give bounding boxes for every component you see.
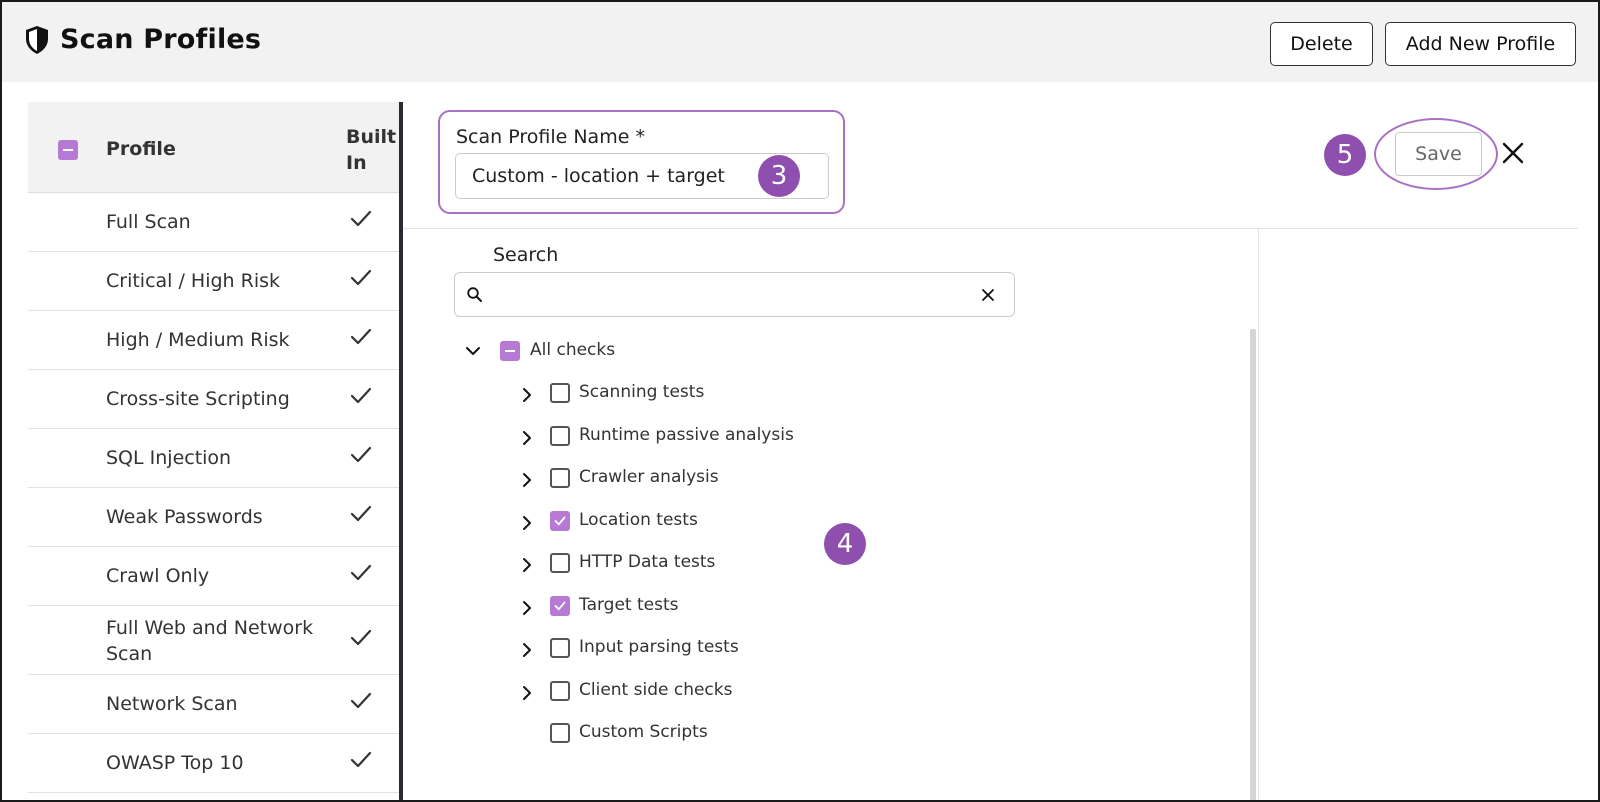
profile-name: OWASP Top 10: [106, 752, 244, 774]
table-row[interactable]: Crawl Only: [28, 547, 400, 606]
profile-table: Profile Built In Full Scan Critical / Hig…: [28, 102, 400, 800]
chevron-right-icon[interactable]: [516, 427, 538, 449]
tree-item-label: Location tests: [579, 509, 698, 530]
tree-item-label: Scanning tests: [579, 382, 705, 402]
checkmark-icon: [348, 324, 374, 350]
checkmark-icon: [348, 560, 374, 586]
tree-item-checkbox[interactable]: [550, 595, 570, 616]
checkmark-icon: [348, 747, 374, 773]
column-header-profile[interactable]: Profile: [106, 138, 176, 160]
table-row[interactable]: SQL Injection: [28, 429, 400, 488]
tree-item-checkbox[interactable]: [550, 680, 570, 701]
table-row[interactable]: Cross-site Scripting: [28, 370, 400, 429]
checkmark-icon: [348, 501, 374, 527]
page-title: Scan Profiles: [60, 24, 262, 55]
tree-item-checkbox[interactable]: [550, 553, 570, 573]
shield-icon: [24, 25, 50, 55]
profile-name: SQL Injection: [106, 447, 232, 469]
select-all-checkbox[interactable]: [58, 140, 78, 160]
search-label: Search: [493, 244, 559, 266]
close-icon[interactable]: [1500, 140, 1526, 166]
profile-name: Weak Passwords: [106, 506, 263, 528]
separator: [403, 228, 1578, 229]
step-badge-4: 4: [824, 523, 866, 565]
app-window: Scan Profiles Delete Add New Profile Pro…: [0, 0, 1600, 802]
tree-item-label: Target tests: [579, 594, 679, 615]
checkmark-icon: [348, 206, 374, 232]
checkmark-icon: [348, 265, 374, 291]
table-row[interactable]: Critical / High Risk: [28, 252, 400, 311]
profile-name: Full Scan: [106, 211, 191, 233]
table-header: Profile Built In: [28, 102, 400, 193]
chevron-right-icon[interactable]: [516, 512, 538, 534]
tree-item-label: Input parsing tests: [579, 637, 739, 657]
tree-item-label: Custom Scripts: [579, 722, 708, 742]
tree-item-label: Crawler analysis: [579, 467, 719, 487]
profile-name: Critical / High Risk: [106, 270, 281, 292]
panel-divider[interactable]: [399, 102, 403, 800]
table-row[interactable]: Full Scan: [28, 193, 400, 252]
scrollbar[interactable]: [1250, 329, 1256, 800]
page-header: Scan Profiles Delete Add New Profile: [2, 2, 1598, 82]
table-row[interactable]: Full Web and Network Scan: [28, 606, 400, 675]
chevron-right-icon[interactable]: [516, 554, 538, 576]
profile-name: Cross-site Scripting: [106, 388, 290, 410]
tree-item-checkbox[interactable]: [550, 638, 570, 658]
tree-item-checkbox[interactable]: [550, 510, 570, 531]
table-row[interactable]: OWASP Top 10: [28, 734, 400, 793]
add-new-profile-button[interactable]: Add New Profile: [1385, 22, 1576, 66]
tree-item-label: HTTP Data tests: [579, 552, 716, 572]
step-badge-5: 5: [1324, 134, 1366, 176]
chevron-right-icon[interactable]: [516, 469, 538, 491]
table-row[interactable]: Network Scan: [28, 675, 400, 734]
table-body: Full Scan Critical / High Risk High / Medi…: [28, 193, 400, 793]
profile-name: High / Medium Risk: [106, 329, 290, 351]
checkmark-icon: [348, 442, 374, 468]
chevron-right-icon[interactable]: [516, 639, 538, 661]
tree-item-label: Runtime passive analysis: [579, 424, 794, 445]
chevron-right-icon[interactable]: [516, 682, 538, 704]
tree-item-checkbox[interactable]: [550, 383, 570, 403]
chevron-right-icon[interactable]: [516, 384, 538, 406]
table-row[interactable]: High / Medium Risk: [28, 311, 400, 370]
all-checks-checkbox[interactable]: [500, 341, 520, 361]
tree-item-label: Client side checks: [579, 679, 733, 700]
chevron-right-icon[interactable]: [516, 597, 538, 619]
profile-name: Crawl Only: [106, 565, 210, 587]
table-row[interactable]: Weak Passwords: [28, 488, 400, 547]
checkmark-icon: [348, 688, 374, 714]
delete-button[interactable]: Delete: [1270, 22, 1373, 66]
save-button[interactable]: Save: [1395, 132, 1482, 176]
checkmark-icon: [348, 383, 374, 409]
tree-item-checkbox[interactable]: [550, 723, 570, 743]
search-field[interactable]: [454, 272, 1015, 317]
chevron-down-icon[interactable]: [462, 340, 484, 362]
app-title: Scan Profiles: [24, 24, 261, 55]
search-input[interactable]: [493, 278, 963, 312]
checkmark-icon: [348, 625, 374, 651]
step-badge-3: 3: [758, 155, 800, 197]
column-divider: [1258, 229, 1259, 800]
profile-name: Full Web and Network Scan: [106, 617, 314, 665]
tree-item-label: All checks: [530, 340, 616, 360]
tree-item-checkbox[interactable]: [550, 425, 570, 446]
profile-name-label: Scan Profile Name *: [456, 126, 645, 148]
search-icon: [466, 286, 484, 304]
clear-search-icon[interactable]: [979, 286, 997, 304]
tree-item-checkbox[interactable]: [550, 468, 570, 488]
profile-name: Network Scan: [106, 693, 238, 715]
column-header-built-in[interactable]: Built In: [346, 124, 396, 176]
